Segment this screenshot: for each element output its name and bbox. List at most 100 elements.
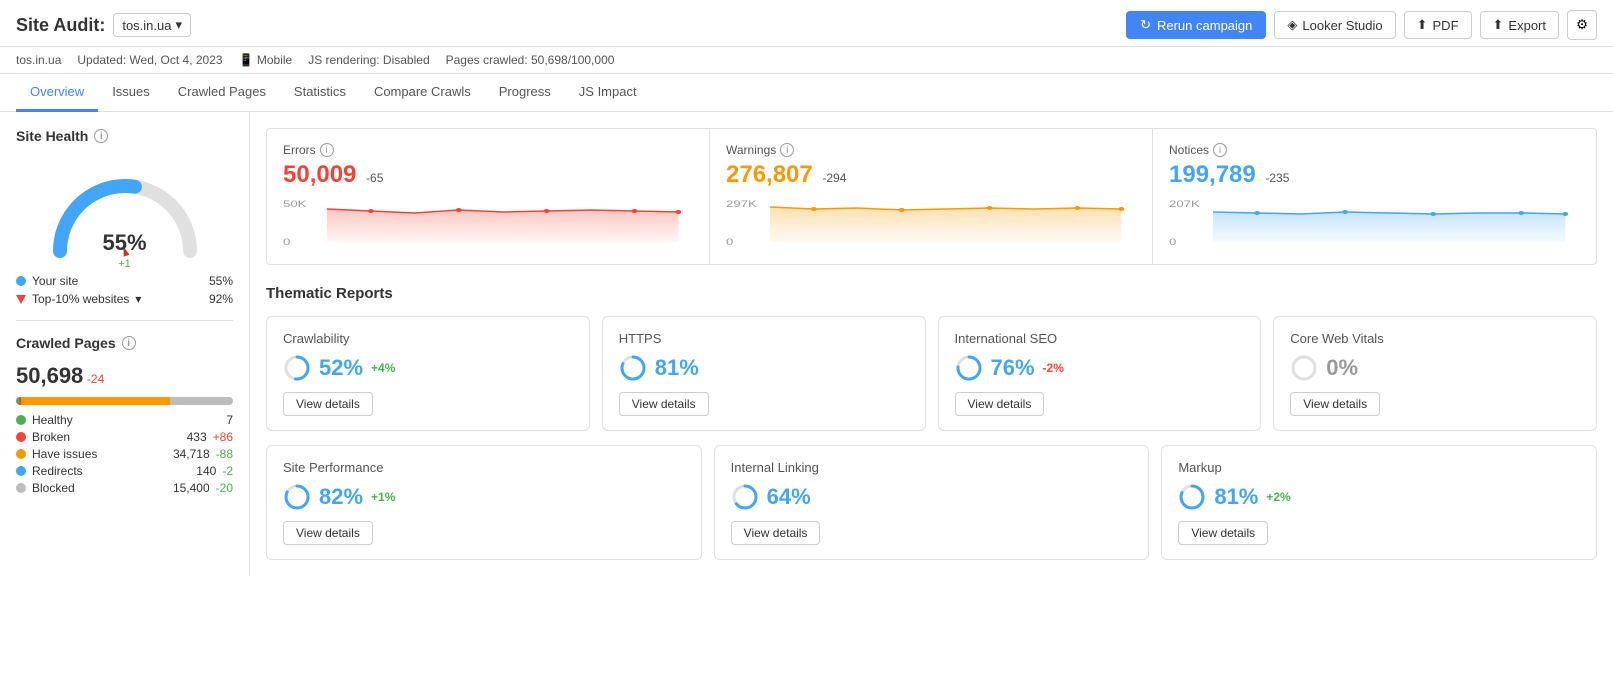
crawlability-view-details[interactable]: View details	[283, 392, 373, 416]
selector-arrow: ▾	[175, 17, 182, 33]
warnings-info-icon[interactable]: i	[780, 143, 794, 157]
site-performance-score: 82% +1%	[283, 483, 685, 511]
broken-label: Broken	[32, 430, 70, 444]
your-site-value: 55%	[209, 274, 233, 288]
crawlability-circle	[283, 354, 311, 382]
site-performance-view-details[interactable]: View details	[283, 521, 373, 545]
pdf-label: PDF	[1433, 18, 1459, 33]
export-icon: ⬆	[1493, 17, 1504, 33]
notices-card: Notices i 199,789 -235 207K 0	[1153, 129, 1596, 264]
nav-tabs: Overview Issues Crawled Pages Statistics…	[0, 74, 1613, 112]
js-rendering: JS rendering: Disabled	[308, 53, 429, 67]
site-performance-delta: +1%	[371, 490, 395, 504]
blocked-dot	[16, 483, 26, 493]
markup-view-details[interactable]: View details	[1178, 521, 1268, 545]
device-type: 📱 Mobile	[239, 53, 293, 67]
issues-count: 34,718	[173, 447, 210, 461]
crawlability-delta: +4%	[371, 361, 395, 375]
your-site-dot	[16, 276, 26, 286]
site-audit-title: Site Audit:	[16, 15, 105, 36]
legend-blocked: Blocked 15,400 -20	[16, 481, 233, 495]
legend-your-site: Your site 55%	[16, 274, 233, 288]
issues-dot	[16, 449, 26, 459]
intl-seo-title: International SEO	[955, 331, 1245, 346]
pdf-icon: ⬆	[1417, 17, 1428, 33]
tab-progress[interactable]: Progress	[485, 74, 565, 112]
crawled-progress-bar	[16, 397, 233, 405]
top-bar-right: ↻ Rerun campaign ◈ Looker Studio ⬆ PDF ⬆…	[1126, 10, 1597, 40]
internal-linking-view-details[interactable]: View details	[731, 521, 821, 545]
notices-count: 199,789	[1169, 161, 1256, 188]
markup-score: 81% +2%	[1178, 483, 1580, 511]
pdf-button[interactable]: ⬆ PDF	[1404, 11, 1472, 39]
pb-issues	[21, 397, 170, 405]
settings-button[interactable]: ⚙	[1567, 10, 1597, 40]
tab-crawled-pages[interactable]: Crawled Pages	[164, 74, 280, 112]
crawled-count: 50,698	[16, 363, 83, 388]
blocked-count: 15,400	[173, 481, 210, 495]
site-health-legend: Your site 55% Top-10% websites ▾ 92%	[16, 274, 233, 306]
notices-label: Notices i	[1169, 143, 1580, 157]
https-title: HTTPS	[619, 331, 909, 346]
tab-statistics[interactable]: Statistics	[280, 74, 360, 112]
looker-label: Looker Studio	[1302, 18, 1382, 33]
site-selector[interactable]: tos.in.ua ▾	[113, 13, 191, 37]
svg-text:0: 0	[283, 238, 290, 247]
legend-redirects: Redirects 140 -2	[16, 464, 233, 478]
svg-text:297K: 297K	[726, 200, 757, 210]
site-performance-circle	[283, 483, 311, 511]
site-health-info-icon[interactable]: i	[94, 129, 108, 143]
tab-issues[interactable]: Issues	[98, 74, 164, 112]
markup-delta: +2%	[1266, 490, 1290, 504]
your-site-label: Your site	[32, 274, 78, 288]
cwv-view-details[interactable]: View details	[1290, 392, 1380, 416]
healthy-dot	[16, 415, 26, 425]
markup-circle	[1178, 483, 1206, 511]
site-performance-title: Site Performance	[283, 460, 685, 475]
tab-compare-crawls[interactable]: Compare Crawls	[360, 74, 485, 112]
top10-dropdown-icon[interactable]: ▾	[135, 292, 141, 306]
notices-chart: 207K 0	[1169, 197, 1580, 247]
intl-seo-view-details[interactable]: View details	[955, 392, 1045, 416]
errors-info-icon[interactable]: i	[320, 143, 334, 157]
export-button[interactable]: ⬆ Export	[1480, 11, 1559, 39]
internal-linking-title: Internal Linking	[731, 460, 1133, 475]
legend-healthy: Healthy 7	[16, 413, 233, 427]
rerun-campaign-button[interactable]: ↻ Rerun campaign	[1126, 11, 1266, 39]
pb-blocked	[170, 397, 232, 405]
thematic-reports-title: Thematic Reports	[266, 285, 1597, 302]
card-markup: Markup 81% +2% View details	[1161, 445, 1597, 560]
https-view-details[interactable]: View details	[619, 392, 709, 416]
intl-seo-delta: -2%	[1043, 361, 1064, 375]
settings-icon: ⚙	[1576, 17, 1588, 33]
tab-overview[interactable]: Overview	[16, 74, 98, 112]
svg-text:50K: 50K	[283, 200, 307, 210]
top-bar: Site Audit: tos.in.ua ▾ ↻ Rerun campaign…	[0, 0, 1613, 47]
crawlability-title: Crawlability	[283, 331, 573, 346]
legend-have-issues: Have issues 34,718 -88	[16, 447, 233, 461]
site-url: tos.in.ua	[16, 53, 61, 67]
looker-studio-button[interactable]: ◈ Looker Studio	[1274, 11, 1395, 39]
internal-linking-score: 64%	[731, 483, 1133, 511]
crawled-pages-info-icon[interactable]: i	[122, 336, 136, 350]
thematic-grid-row1: Crawlability 52% +4% View details HTTPS	[266, 316, 1597, 431]
issues-change: -88	[216, 447, 233, 461]
crawled-legend: Healthy 7 Broken 433 +86 Hav	[16, 413, 233, 495]
intl-seo-circle	[955, 354, 983, 382]
errors-label: Errors i	[283, 143, 693, 157]
redirects-change: -2	[222, 464, 233, 478]
healthy-label: Healthy	[32, 413, 73, 427]
crawled-delta: -24	[87, 372, 104, 386]
warnings-delta: -294	[822, 171, 846, 185]
broken-change: +86	[213, 430, 233, 444]
markup-title: Markup	[1178, 460, 1580, 475]
redirects-label: Redirects	[32, 464, 83, 478]
tab-js-impact[interactable]: JS Impact	[565, 74, 651, 112]
notices-info-icon[interactable]: i	[1213, 143, 1227, 157]
top10-icon	[16, 295, 26, 304]
warnings-count-row: 276,807 -294	[726, 161, 1136, 189]
looker-icon: ◈	[1287, 17, 1297, 33]
card-crawlability: Crawlability 52% +4% View details	[266, 316, 590, 431]
notices-delta: -235	[1265, 171, 1289, 185]
https-score: 81%	[619, 354, 909, 382]
